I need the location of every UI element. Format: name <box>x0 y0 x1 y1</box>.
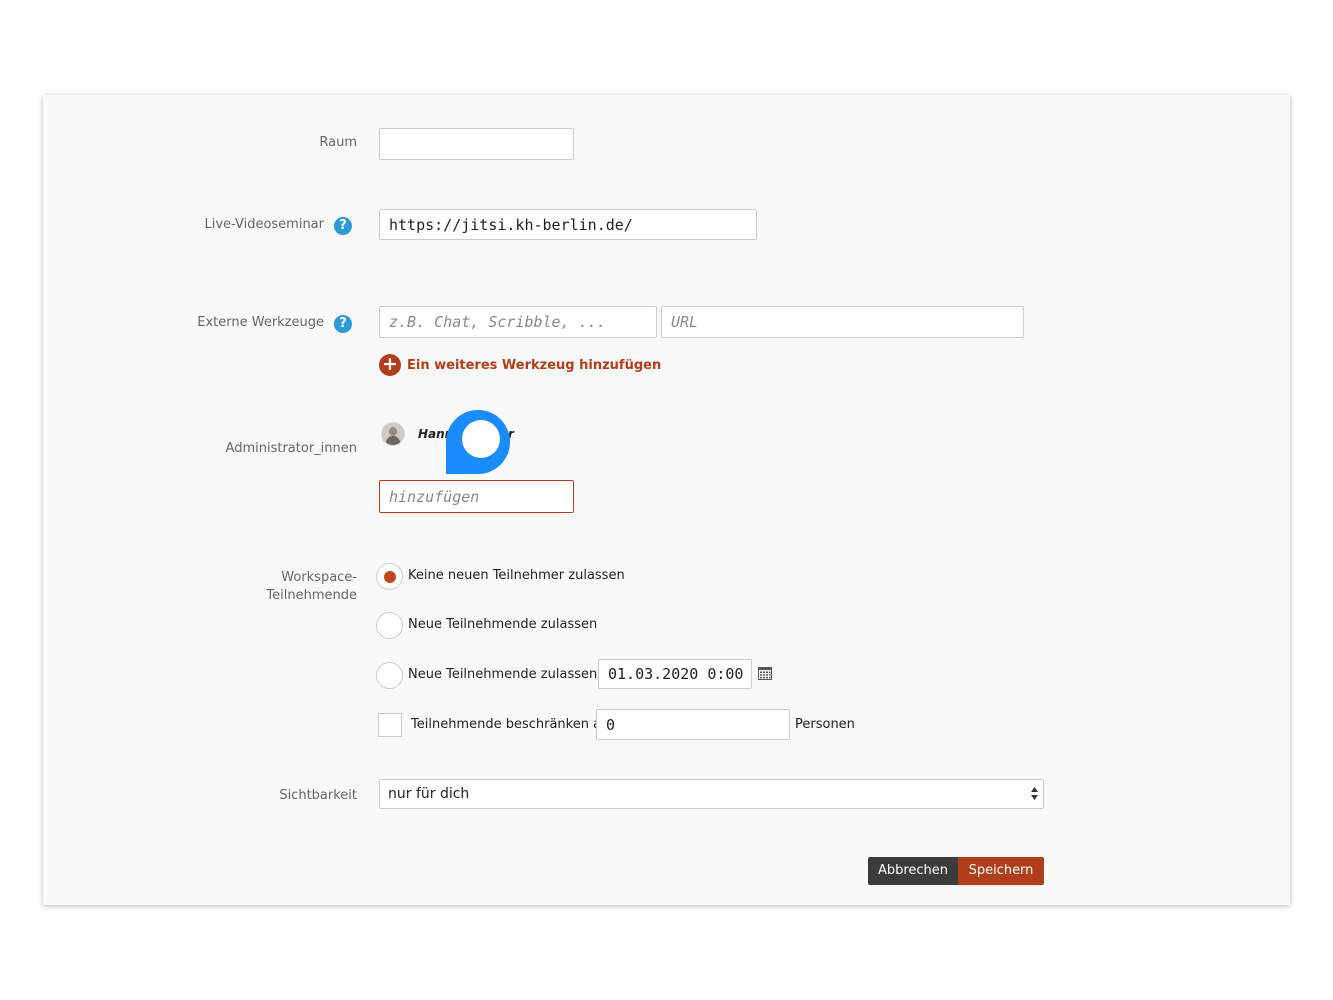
visibility-label: Sichtbarkeit <box>279 788 357 803</box>
question-icon[interactable]: ? <box>334 217 352 235</box>
option-no-new-participants[interactable]: Keine neuen Teilnehmer zulassen <box>408 568 625 583</box>
tool-url-input[interactable]: URL <box>661 306 1024 338</box>
tool-name-input[interactable]: z.B. Chat, Scribble, ... <box>379 306 657 338</box>
visibility-value: nur für dich <box>388 786 470 802</box>
limit-input[interactable]: 0 <box>596 709 790 740</box>
tool-url-placeholder: URL <box>671 313 699 331</box>
touch-cursor-icon <box>446 410 510 474</box>
radio-no-new-participants[interactable] <box>376 563 403 590</box>
option-allow-from-date[interactable]: Neue Teilnehmende zulassen ab <box>408 667 618 682</box>
save-button[interactable]: Speichern <box>958 857 1044 885</box>
question-icon[interactable]: ? <box>334 315 352 333</box>
radio-selected-dot <box>384 571 396 583</box>
limit-checkbox[interactable] <box>378 713 402 737</box>
cancel-button[interactable]: Abbrechen <box>868 857 958 885</box>
add-tool-link[interactable]: Ein weiteres Werkzeug hinzufügen <box>407 358 661 373</box>
select-arrows-icon <box>1031 787 1038 800</box>
participants-label-line1: Workspace- <box>281 570 357 585</box>
plus-icon[interactable]: + <box>379 354 401 376</box>
tool-name-placeholder: z.B. Chat, Scribble, ... <box>389 313 606 331</box>
raum-input[interactable] <box>379 128 574 160</box>
calendar-icon[interactable] <box>757 665 773 681</box>
limit-label: Teilnehmende beschränken auf <box>411 717 614 732</box>
radio-allow-new-participants[interactable] <box>376 612 403 639</box>
video-label: Live-Videoseminar <box>204 217 325 232</box>
avatar <box>382 423 404 445</box>
admin-add-input[interactable]: hinzufügen <box>379 480 574 513</box>
tools-label: Externe Werkzeuge <box>197 315 324 330</box>
visibility-select[interactable]: nur für dich <box>379 779 1044 809</box>
option-allow-new-participants[interactable]: Neue Teilnehmende zulassen <box>408 617 597 632</box>
date-input[interactable]: 01.03.2020 0:00 <box>598 659 752 689</box>
radio-allow-from-date[interactable] <box>376 662 403 689</box>
admin-add-placeholder: hinzufügen <box>389 487 480 506</box>
participants-label-line2: Teilnehmende <box>266 588 357 603</box>
raum-label: Raum <box>319 135 357 150</box>
limit-unit: Personen <box>795 717 855 732</box>
video-url-input[interactable]: https://jitsi.kh-berlin.de/ <box>379 209 757 240</box>
admins-label: Administrator_innen <box>225 441 357 456</box>
